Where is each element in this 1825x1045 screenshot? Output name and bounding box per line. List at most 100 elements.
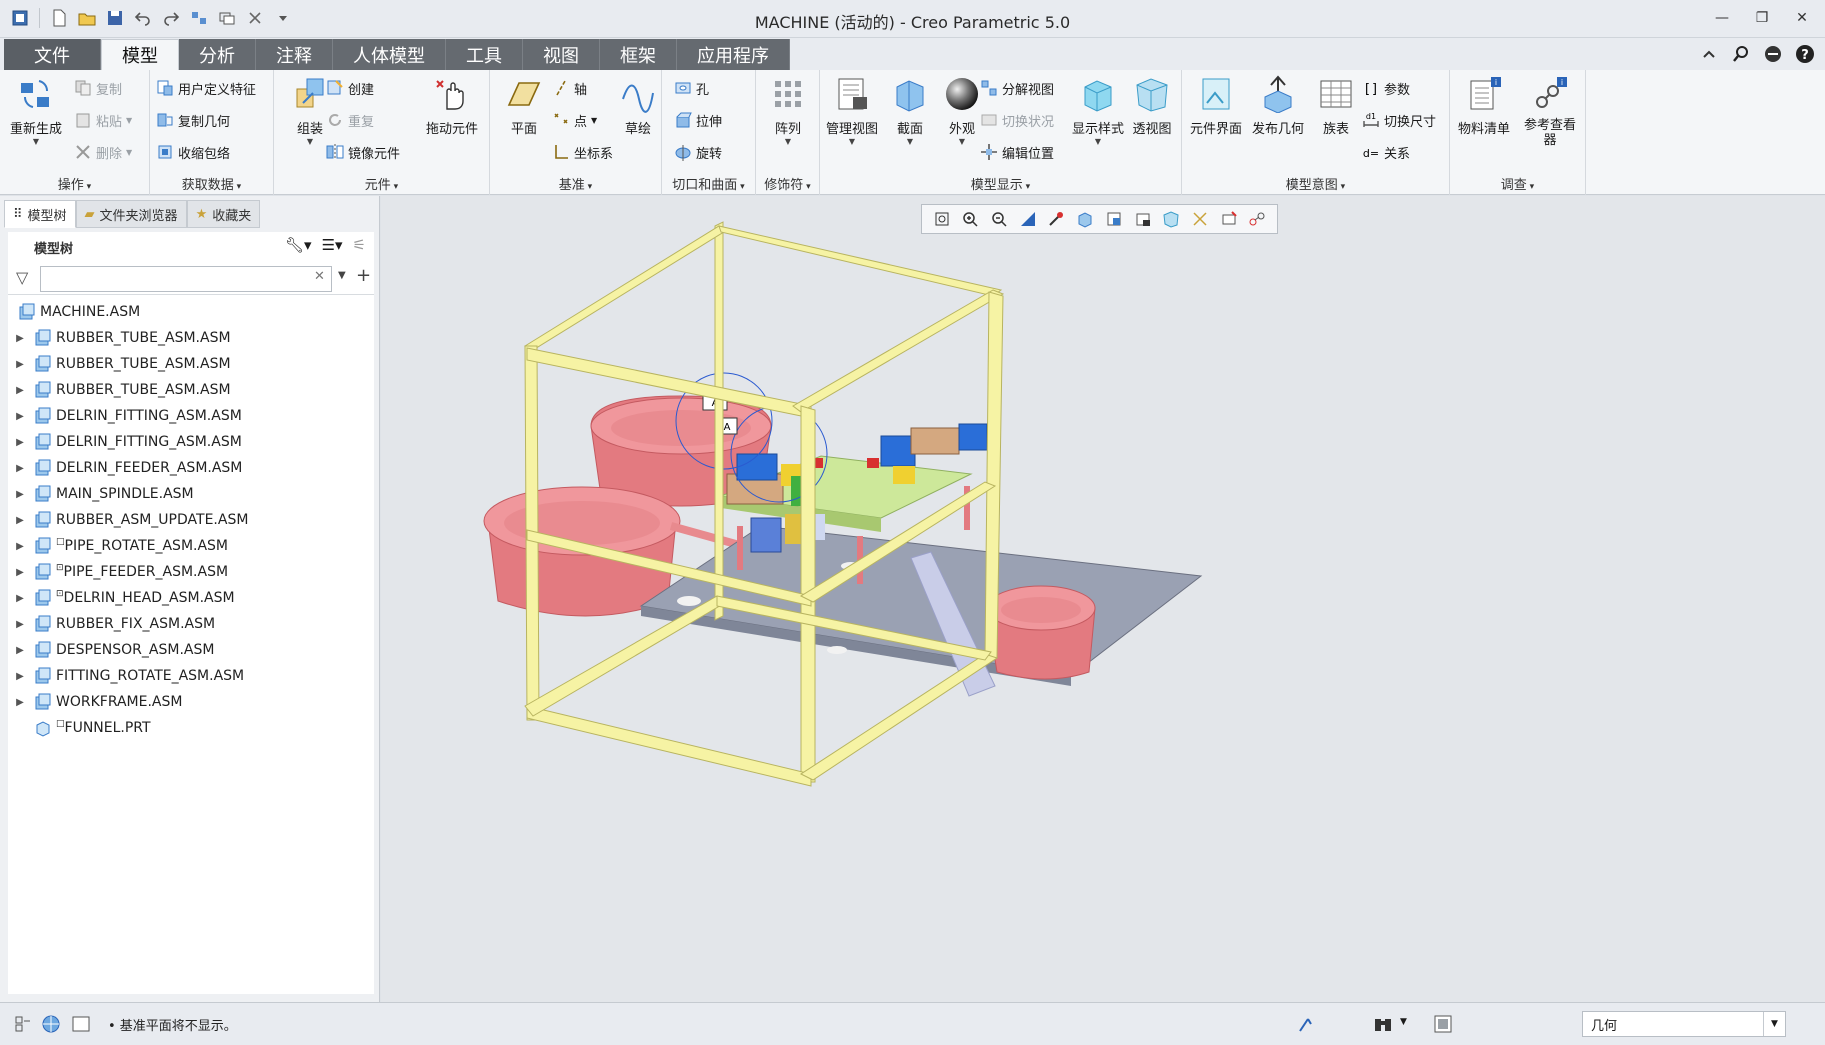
- zoom-out-icon[interactable]: [990, 210, 1008, 228]
- tree-root-item[interactable]: MACHINE.ASM: [12, 299, 140, 325]
- expand-arrow-icon[interactable]: ▶: [12, 567, 28, 578]
- tree-item[interactable]: ▶ RUBBER_FIX_ASM.ASM: [12, 611, 215, 637]
- tree-item[interactable]: ▶ ⊡ DELRIN_HEAD_ASM.ASM: [12, 585, 234, 611]
- perspective-button[interactable]: 透视图: [1122, 74, 1182, 137]
- fullscreen-icon[interactable]: [70, 1013, 92, 1035]
- tab-model[interactable]: 模型: [101, 39, 179, 70]
- expand-arrow-icon[interactable]: ▶: [12, 333, 28, 344]
- search-icon[interactable]: [1729, 42, 1753, 66]
- tab-file[interactable]: 文件: [4, 39, 101, 70]
- expand-arrow-icon[interactable]: ▶: [12, 671, 28, 682]
- tree-filter-icon[interactable]: ⚟: [353, 236, 366, 254]
- shrinkwrap-button[interactable]: 收缩包络: [156, 140, 230, 164]
- group-label-operations[interactable]: 操作: [0, 174, 149, 193]
- parameters-button[interactable]: [] 参数: [1362, 76, 1410, 100]
- expand-arrow-icon[interactable]: ▶: [12, 515, 28, 526]
- maximize-icon[interactable]: ❐: [1749, 6, 1775, 30]
- show-icon[interactable]: ☰▾: [322, 236, 343, 254]
- find-dropdown-icon[interactable]: ▼: [1400, 1017, 1407, 1027]
- group-label-modifiers[interactable]: 修饰符: [756, 174, 819, 193]
- annotation-display-icon[interactable]: [1220, 210, 1238, 228]
- tree-item[interactable]: ▶ FITTING_ROTATE_ASM.ASM: [12, 663, 244, 689]
- component-interface-button[interactable]: 元件界面: [1186, 74, 1246, 137]
- paste-button[interactable]: 粘贴 ▼: [74, 108, 132, 132]
- minimize-icon[interactable]: —: [1709, 6, 1735, 30]
- selection-icon[interactable]: [1296, 1013, 1318, 1035]
- manage-views-button[interactable]: 管理视图 ▼: [822, 74, 882, 147]
- expand-arrow-icon[interactable]: ▶: [12, 385, 28, 396]
- tab-tools[interactable]: 工具: [446, 39, 523, 70]
- view-manager-icon[interactable]: [1134, 210, 1152, 228]
- tree-item[interactable]: ▶ RUBBER_TUBE_ASM.ASM: [12, 377, 231, 403]
- tree-item[interactable]: ▶ WORKFRAME.ASM: [12, 689, 182, 715]
- group-label-component[interactable]: 元件: [274, 174, 489, 193]
- group-label-model-intent[interactable]: 模型意图: [1182, 174, 1449, 193]
- delete-button[interactable]: 删除 ▼: [74, 140, 132, 164]
- expand-arrow-icon[interactable]: ▶: [12, 463, 28, 474]
- tree-item[interactable]: ▶ □ PIPE_ROTATE_ASM.ASM: [12, 533, 228, 559]
- revolve-button[interactable]: 旋转: [674, 140, 722, 164]
- bom-button[interactable]: i 物料清单: [1454, 74, 1514, 137]
- add-column-icon[interactable]: +: [356, 265, 371, 286]
- repeat-button[interactable]: 重复: [326, 108, 374, 132]
- tab-applications[interactable]: 应用程序: [677, 39, 790, 70]
- model-3d-scene[interactable]: A A: [381, 196, 1825, 1002]
- group-label-datum[interactable]: 基准: [490, 174, 661, 193]
- saved-views-icon[interactable]: [1105, 210, 1123, 228]
- group-label-model-display[interactable]: 模型显示: [820, 174, 1181, 193]
- plane-button[interactable]: 平面: [494, 74, 554, 137]
- tree-item[interactable]: ▶ RUBBER_TUBE_ASM.ASM: [12, 351, 231, 377]
- tree-search-input[interactable]: [40, 266, 332, 292]
- csys-button[interactable]: 坐标系: [552, 140, 613, 164]
- group-label-cut-surface[interactable]: 切口和曲面: [662, 174, 755, 193]
- expand-arrow-icon[interactable]: ▶: [12, 541, 28, 552]
- axis-button[interactable]: 轴: [552, 76, 587, 100]
- create-component-button[interactable]: 创建: [326, 76, 374, 100]
- spin-center-icon[interactable]: [1047, 210, 1065, 228]
- browser-toggle-icon[interactable]: [40, 1013, 62, 1035]
- mirror-component-button[interactable]: 镜像元件: [326, 140, 400, 164]
- tab-framework[interactable]: 框架: [600, 39, 677, 70]
- tab-manikin[interactable]: 人体模型: [333, 39, 446, 70]
- help-icon[interactable]: ?: [1793, 42, 1817, 66]
- hole-button[interactable]: 孔: [674, 76, 709, 100]
- tree-item[interactable]: □ FUNNEL.PRT: [12, 715, 151, 741]
- relations-button[interactable]: d= 关系: [1362, 140, 1410, 164]
- zoom-in-icon[interactable]: [961, 210, 979, 228]
- copy-button[interactable]: 复制: [74, 76, 122, 100]
- expand-arrow-icon[interactable]: ▶: [12, 359, 28, 370]
- reference-viewer-button[interactable]: i 参考查看器: [1518, 74, 1582, 148]
- navigator-toggle-icon[interactable]: [12, 1013, 34, 1035]
- community-icon[interactable]: [1761, 42, 1785, 66]
- tree-item[interactable]: ▶ DELRIN_FITTING_ASM.ASM: [12, 429, 242, 455]
- settings-icon[interactable]: 🔧︎▾: [285, 236, 312, 254]
- tree-item[interactable]: ▶ DELRIN_FEEDER_ASM.ASM: [12, 455, 242, 481]
- tab-view[interactable]: 视图: [523, 39, 600, 70]
- sketch-button[interactable]: 草绘: [608, 74, 668, 137]
- repaint-icon[interactable]: [1019, 210, 1037, 228]
- expand-arrow-icon[interactable]: ▶: [12, 593, 28, 604]
- group-label-investigate[interactable]: 调查: [1450, 174, 1585, 193]
- expand-arrow-icon[interactable]: ▶: [12, 489, 28, 500]
- screen-display-icon[interactable]: [1432, 1013, 1454, 1035]
- regenerate-button[interactable]: 重新生成 ▼: [6, 74, 66, 147]
- expand-arrow-icon[interactable]: ▶: [12, 645, 28, 656]
- expand-arrow-icon[interactable]: ▶: [12, 619, 28, 630]
- copy-geometry-button[interactable]: 复制几何: [156, 108, 230, 132]
- section-button[interactable]: 截面 ▼: [880, 74, 940, 147]
- search-options-icon[interactable]: ▼: [338, 270, 346, 281]
- datum-display-icon[interactable]: [1191, 210, 1209, 228]
- expand-arrow-icon[interactable]: ▶: [12, 697, 28, 708]
- expand-arrow-icon[interactable]: ▶: [12, 437, 28, 448]
- display-style-icon[interactable]: [1076, 210, 1094, 228]
- tree-item[interactable]: ▶ ⊡ PIPE_FEEDER_ASM.ASM: [12, 559, 228, 585]
- udf-button[interactable]: 用户定义特征: [156, 76, 256, 100]
- publish-geometry-button[interactable]: 发布几何: [1248, 74, 1308, 137]
- close-icon[interactable]: ✕: [1789, 6, 1815, 30]
- family-table-button[interactable]: 族表: [1306, 74, 1366, 137]
- group-label-get-data[interactable]: 获取数据: [150, 174, 273, 193]
- find-icon[interactable]: [1372, 1013, 1394, 1035]
- switch-dimensions-button[interactable]: d1 切换尺寸: [1362, 108, 1436, 132]
- refit-icon[interactable]: [933, 210, 951, 228]
- tree-item[interactable]: ▶ RUBBER_TUBE_ASM.ASM: [12, 325, 231, 351]
